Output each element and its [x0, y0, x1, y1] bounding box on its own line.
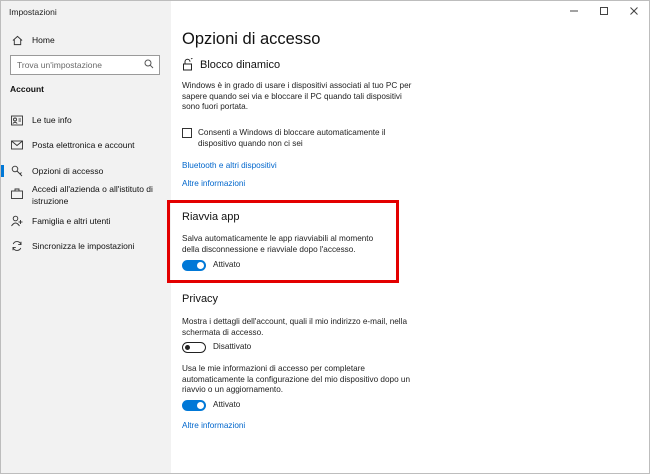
privacy-heading: Privacy: [182, 293, 219, 305]
dynamic-lock-description: Windows è in grado di usare i dispositiv…: [182, 81, 412, 112]
sidebar-section-account: Account: [10, 84, 44, 94]
sidebar-item-sync[interactable]: Sincronizza le impostazioni: [10, 240, 135, 252]
privacy-account-details-toggle[interactable]: [182, 342, 206, 353]
sidebar: Impostazioni Home Trova un'impostazione …: [1, 1, 171, 473]
privacy-more-info-link[interactable]: Altre informazioni: [182, 421, 245, 430]
privacy-account-details-description: Mostra i dettagli dell'account, quali il…: [182, 317, 408, 337]
close-icon[interactable]: [619, 1, 649, 21]
dynamic-lock-more-info-link[interactable]: Altre informazioni: [182, 179, 245, 188]
sidebar-item-sign-in-options[interactable]: Opzioni di accesso: [10, 165, 103, 177]
window-title: Impostazioni: [9, 7, 57, 17]
privacy-auto-setup-description: Usa le mie informazioni di accesso per c…: [182, 364, 411, 395]
sidebar-item-email[interactable]: Posta elettronica e account: [10, 139, 135, 151]
sidebar-home-label: Home: [32, 35, 55, 45]
sidebar-item-family[interactable]: Famiglia e altri utenti: [10, 215, 110, 227]
sidebar-item-label: Le tue info: [32, 115, 72, 125]
restart-apps-toggle-state: Attivato: [213, 260, 241, 269]
sidebar-item-label: Opzioni di accesso: [32, 166, 104, 176]
selection-indicator: [1, 165, 4, 177]
person-add-icon: [10, 215, 24, 227]
minimize-icon[interactable]: [559, 1, 589, 21]
sidebar-item-label: Famiglia e altri utenti: [32, 216, 111, 226]
privacy-auto-setup-toggle-state: Attivato: [213, 400, 241, 409]
restart-apps-description: Salva automaticamente le app riavviabili…: [182, 234, 374, 254]
settings-window: Impostazioni Home Trova un'impostazione …: [0, 0, 650, 474]
sidebar-item-info[interactable]: Le tue info: [10, 114, 72, 126]
lock-icon: [182, 58, 194, 71]
sidebar-home[interactable]: Home: [10, 34, 55, 46]
dynamic-lock-heading: Blocco dinamico: [182, 58, 280, 71]
sidebar-item-label: Sincronizza le impostazioni: [32, 241, 135, 251]
sidebar-item-label: Posta elettronica e account: [32, 140, 135, 150]
page-title: Opzioni di accesso: [182, 30, 321, 48]
person-card-icon: [10, 114, 24, 126]
window-controls: [559, 1, 649, 21]
sidebar-item-work-access[interactable]: Accedi all'azienda o all'istituto di ist…: [10, 184, 157, 207]
mail-icon: [10, 139, 24, 151]
maximize-icon[interactable]: [589, 1, 619, 21]
sidebar-item-label: Accedi all'azienda o all'istituto di ist…: [32, 184, 153, 206]
dynamic-lock-title: Blocco dinamico: [200, 58, 281, 71]
sync-icon: [10, 240, 24, 252]
home-icon: [10, 34, 24, 46]
privacy-account-details-toggle-state: Disattivato: [213, 342, 252, 351]
restart-apps-toggle[interactable]: [182, 260, 206, 271]
search-input[interactable]: Trova un'impostazione: [10, 55, 160, 75]
key-icon: [10, 165, 24, 177]
bluetooth-devices-link[interactable]: Bluetooth e altri dispositivi: [182, 161, 277, 170]
briefcase-icon: [10, 187, 24, 199]
restart-apps-heading: Riavvia app: [182, 211, 240, 223]
dynamic-lock-checkbox-label[interactable]: Consenti a Windows di bloccare automatic…: [198, 128, 423, 149]
search-placeholder: Trova un'impostazione: [17, 60, 102, 70]
dynamic-lock-checkbox[interactable]: [182, 128, 192, 138]
privacy-auto-setup-toggle[interactable]: [182, 400, 206, 411]
search-icon: [144, 59, 154, 72]
